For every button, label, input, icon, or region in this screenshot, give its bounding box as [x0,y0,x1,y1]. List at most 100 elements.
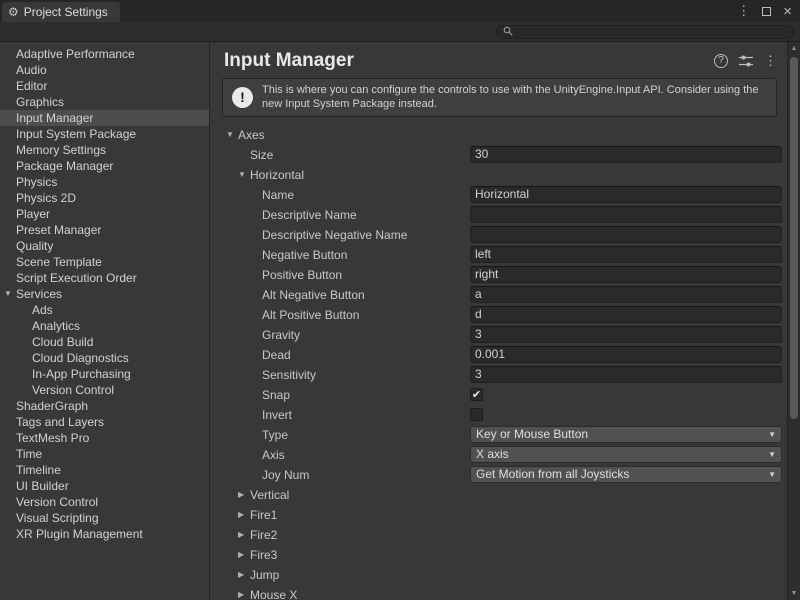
descriptive-name-input[interactable] [470,206,782,223]
size-input[interactable]: 30 [470,146,782,163]
scrollbar-thumb[interactable] [790,57,798,419]
alt-negative-button-input[interactable]: a [470,286,782,303]
scroll-up-icon[interactable]: ▲ [788,45,800,52]
search-box[interactable] [496,25,794,39]
vertical-scrollbar[interactable]: ▲ ▼ [787,42,800,600]
field-label[interactable]: ▼Axes [210,128,470,142]
snap-checkbox[interactable]: ✔ [470,388,483,401]
sidebar-item-analytics[interactable]: Analytics [0,318,209,334]
field-label[interactable]: ▶Fire1 [210,508,470,522]
search-input[interactable] [517,26,787,38]
panel-menu-icon[interactable]: ⋮ [764,53,777,69]
foldout-closed-icon[interactable]: ▶ [238,510,250,519]
field-label[interactable]: ▼Horizontal [210,168,470,182]
sidebar-item-preset-manager[interactable]: Preset Manager [0,222,209,238]
row-size: Size30 [210,145,787,165]
indent-spacer [250,190,262,199]
indent-spacer [250,210,262,219]
sidebar-item-label: Scene Template [16,255,102,269]
dead-input[interactable]: 0.001 [470,346,782,363]
sidebar-item-timeline[interactable]: Timeline [0,462,209,478]
row-alt-positive-button: Alt Positive Buttond [210,305,787,325]
foldout-closed-icon[interactable]: ▶ [238,590,250,599]
alt-positive-button-input[interactable]: d [470,306,782,323]
sidebar-item-scene-template[interactable]: Scene Template [0,254,209,270]
gravity-input[interactable]: 3 [470,326,782,343]
sidebar-item-label: Memory Settings [16,143,106,157]
row-fire2: ▶Fire2 [210,525,787,545]
type-dropdown[interactable]: Key or Mouse Button▼ [470,426,782,443]
sidebar-item-version-control[interactable]: Version Control [0,494,209,510]
field-label[interactable]: ▶Fire3 [210,548,470,562]
header-icons: ? ⋮ [714,53,777,69]
sidebar-item-visual-scripting[interactable]: Visual Scripting [0,510,209,526]
axis-dropdown[interactable]: X axis▼ [470,446,782,463]
joy-num-dropdown[interactable]: Get Motion from all Joysticks▼ [470,466,782,483]
invert-checkbox[interactable] [470,408,483,421]
dropdown-arrow-icon: ▼ [768,430,776,439]
sidebar-item-in-app-purchasing[interactable]: In-App Purchasing [0,366,209,382]
sidebar-item-graphics[interactable]: Graphics [0,94,209,110]
sidebar-item-ui-builder[interactable]: UI Builder [0,478,209,494]
sidebar-item-memory-settings[interactable]: Memory Settings [0,142,209,158]
sidebar-item-physics-2d[interactable]: Physics 2D [0,190,209,206]
maximize-icon[interactable] [762,7,771,16]
field-label[interactable]: ▶Fire2 [210,528,470,542]
tab-project-settings[interactable]: ⚙ Project Settings [2,2,120,22]
field-label: Positive Button [210,268,470,282]
sidebar-item-version-control[interactable]: Version Control [0,382,209,398]
field-label[interactable]: ▶Jump [210,568,470,582]
sidebar-item-quality[interactable]: Quality [0,238,209,254]
field-value: 30 [470,146,782,163]
row-invert: Invert [210,405,787,425]
field-value: Horizontal [470,186,782,203]
foldout-open-icon[interactable]: ▼ [226,130,238,139]
sensitivity-input[interactable]: 3 [470,366,782,383]
field-label[interactable]: ▶Vertical [210,488,470,502]
sidebar-item-services[interactable]: ▼Services [0,286,209,302]
sidebar-item-input-manager[interactable]: Input Manager [0,110,209,126]
row-mouse-x: ▶Mouse X [210,585,787,600]
sidebar-item-xr-plugin-management[interactable]: XR Plugin Management [0,526,209,542]
sidebar-item-cloud-diagnostics[interactable]: Cloud Diagnostics [0,350,209,366]
field-label-text: Horizontal [250,168,304,182]
sidebar-item-script-execution-order[interactable]: Script Execution Order [0,270,209,286]
field-label[interactable]: ▶Mouse X [210,588,470,600]
foldout-closed-icon[interactable]: ▶ [238,570,250,579]
sidebar-item-player[interactable]: Player [0,206,209,222]
close-icon[interactable]: × [783,4,792,19]
sidebar-item-audio[interactable]: Audio [0,62,209,78]
info-icon: ! [232,87,253,108]
row-name: NameHorizontal [210,185,787,205]
sidebar-item-editor[interactable]: Editor [0,78,209,94]
field-label: Alt Positive Button [210,308,470,322]
scroll-down-icon[interactable]: ▼ [788,590,800,597]
sidebar-item-physics[interactable]: Physics [0,174,209,190]
foldout-open-icon[interactable]: ▼ [238,170,250,179]
name-input[interactable]: Horizontal [470,186,782,203]
negative-button-input[interactable]: left [470,246,782,263]
foldout-closed-icon[interactable]: ▶ [238,530,250,539]
help-icon[interactable]: ? [714,54,728,68]
sidebar-item-ads[interactable]: Ads [0,302,209,318]
sidebar-item-input-system-package[interactable]: Input System Package [0,126,209,142]
foldout-open-icon[interactable]: ▼ [4,286,12,302]
window-menu-icon[interactable]: ⋮ [737,3,750,19]
sidebar-item-adaptive-performance[interactable]: Adaptive Performance [0,46,209,62]
sidebar-item-cloud-build[interactable]: Cloud Build [0,334,209,350]
sidebar-item-textmesh-pro[interactable]: TextMesh Pro [0,430,209,446]
sidebar-item-time[interactable]: Time [0,446,209,462]
row-alt-negative-button: Alt Negative Buttona [210,285,787,305]
sidebar-item-tags-and-layers[interactable]: Tags and Layers [0,414,209,430]
sidebar-item-shadergraph[interactable]: ShaderGraph [0,398,209,414]
foldout-closed-icon[interactable]: ▶ [238,550,250,559]
foldout-closed-icon[interactable]: ▶ [238,490,250,499]
positive-button-input[interactable]: right [470,266,782,283]
preset-icon[interactable] [739,55,753,67]
sidebar-item-package-manager[interactable]: Package Manager [0,158,209,174]
tab-title: Project Settings [24,5,108,19]
field-label: Size [210,148,470,162]
descriptive-negative-name-input[interactable] [470,226,782,243]
field-value: Get Motion from all Joysticks▼ [470,466,782,483]
dropdown-value: X axis [476,447,768,462]
